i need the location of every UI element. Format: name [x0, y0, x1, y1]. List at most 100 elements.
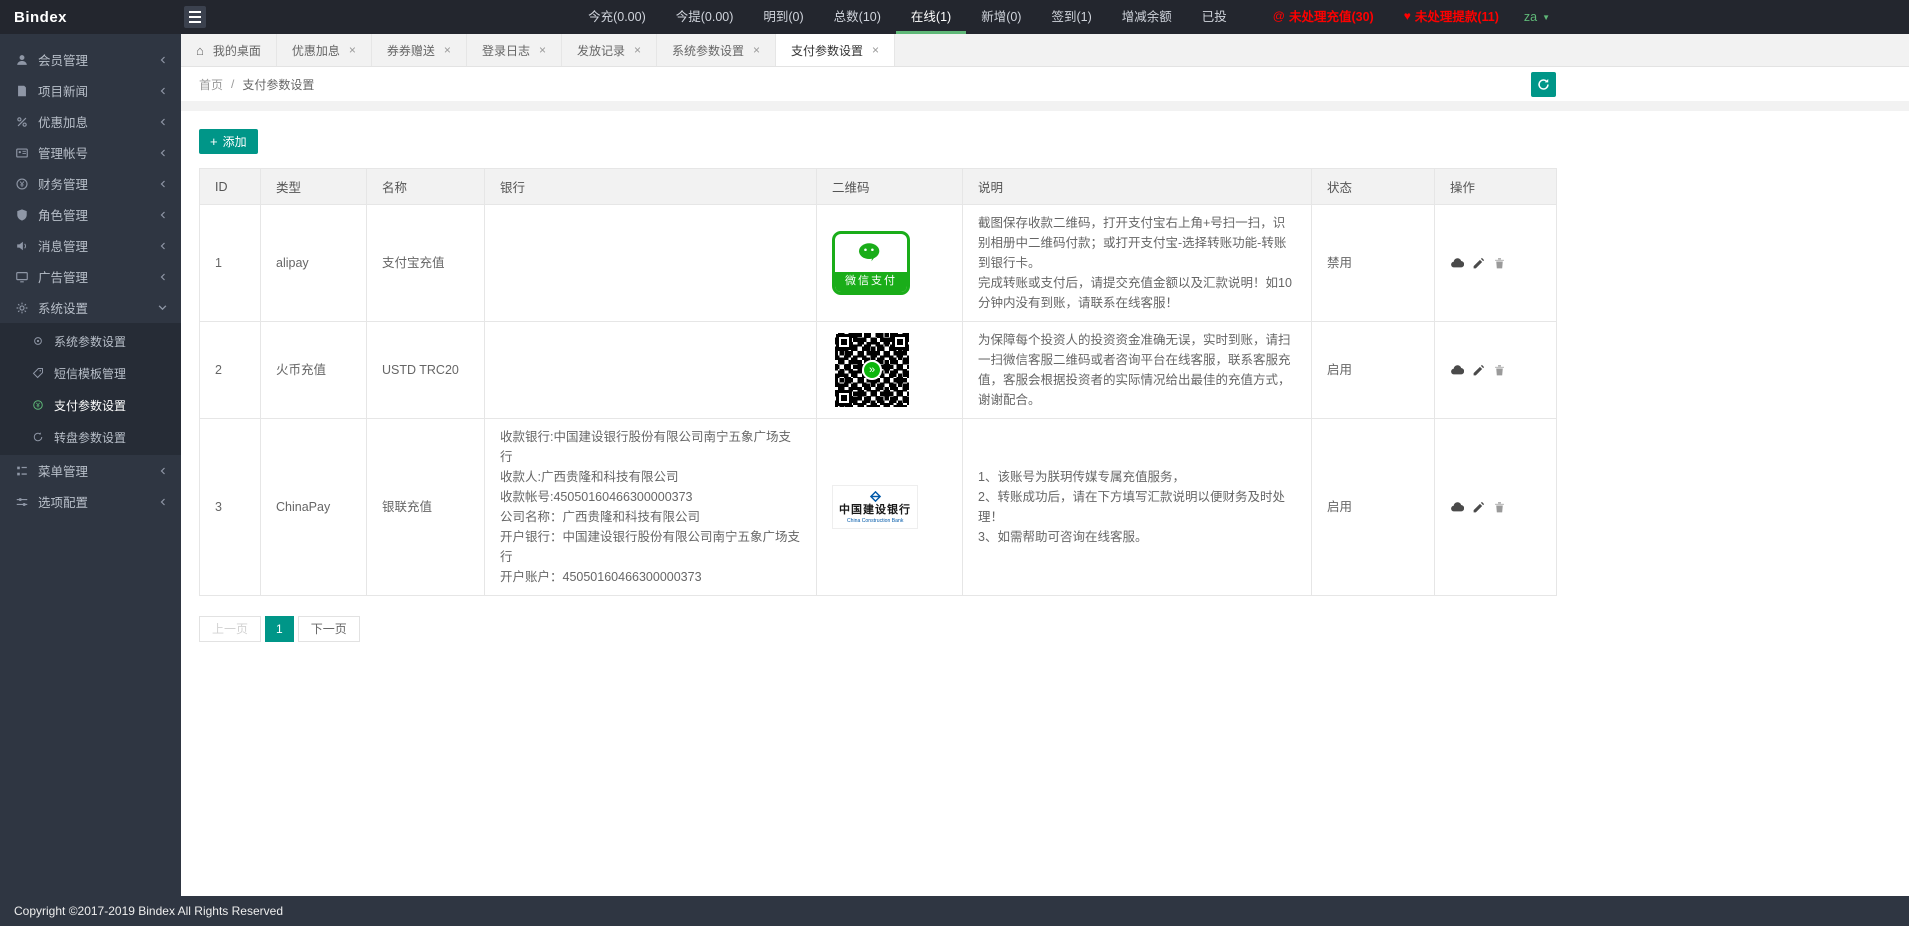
plus-icon: + [210, 134, 218, 149]
chevron-left-icon [159, 242, 167, 250]
nav-item-adjust-balance[interactable]: 增减余额 [1107, 0, 1187, 34]
close-icon[interactable]: × [872, 43, 879, 57]
cell-bank [485, 205, 817, 322]
cloud-icon [1450, 256, 1464, 270]
sidebar-item-label: 支付参数设置 [54, 397, 126, 414]
sidebar-item-sms-template[interactable]: 短信模板管理 [0, 357, 181, 389]
nav-item-invested[interactable]: 已投 [1187, 0, 1242, 34]
sidebar-item-label: 财务管理 [38, 174, 88, 193]
nav-item-label: 未处理提款(11) [1415, 6, 1499, 25]
delete-button[interactable] [1493, 364, 1506, 377]
qr-finder-pattern [836, 334, 852, 350]
pagination: 上一页 1 下一页 [199, 616, 1909, 642]
tab-grant-records[interactable]: 发放记录 × [562, 34, 657, 66]
nav-item-today-recharge[interactable]: 今充(0.00) [573, 0, 661, 34]
sidebar-item-options-config[interactable]: 选项配置 [0, 486, 181, 517]
sidebar-item-roles[interactable]: 角色管理 [0, 199, 181, 230]
username: za [1524, 10, 1537, 24]
sidebar-item-system-params[interactable]: 系统参数设置 [0, 325, 181, 357]
sidebar-item-messages[interactable]: 消息管理 [0, 230, 181, 261]
sidebar-item-news[interactable]: 项目新闻 [0, 75, 181, 106]
tab-promo-interest[interactable]: 优惠加息 × [277, 34, 372, 66]
cell-name: USTD TRC20 [367, 322, 485, 419]
close-icon[interactable]: × [349, 43, 356, 57]
backup-button[interactable] [1450, 500, 1464, 514]
nav-item-pending-withdraw[interactable]: ♥ 未处理提款(11) [1389, 0, 1514, 34]
tab-system-params[interactable]: 系统参数设置 × [657, 34, 776, 66]
tag-icon [30, 366, 45, 381]
nav-item-pending-recharge[interactable]: @ 未处理充值(30) [1258, 0, 1389, 34]
qr-finder-pattern [836, 390, 852, 406]
nav-item-total-count[interactable]: 总数(10) [819, 0, 896, 34]
user-menu[interactable]: za ▼ [1514, 0, 1560, 34]
app-logo[interactable]: Bindex [0, 0, 181, 34]
close-icon[interactable]: × [444, 43, 451, 57]
trash-icon [1493, 257, 1506, 270]
col-header-qrcode: 二维码 [817, 169, 963, 205]
nav-item-signin[interactable]: 签到(1) [1036, 0, 1106, 34]
delete-button[interactable] [1493, 257, 1506, 270]
backup-button[interactable] [1450, 363, 1464, 377]
sidebar-item-label: 短信模板管理 [54, 365, 126, 382]
backup-button[interactable] [1450, 256, 1464, 270]
sidebar-item-finance[interactable]: 财务管理 [0, 168, 181, 199]
nav-item-today-withdraw[interactable]: 今提(0.00) [661, 0, 749, 34]
chevron-left-icon [159, 467, 167, 475]
add-button[interactable]: + 添加 [199, 129, 258, 154]
sidebar-item-ads[interactable]: 广告管理 [0, 261, 181, 292]
shield-icon [14, 207, 29, 222]
prev-page-button[interactable]: 上一页 [199, 616, 261, 642]
close-icon[interactable]: × [753, 43, 760, 57]
gear-small-icon [30, 334, 45, 349]
chevron-left-icon [159, 211, 167, 219]
sidebar-item-label: 优惠加息 [38, 112, 88, 131]
qr-center-icon: » [862, 360, 882, 380]
table-row: 1 alipay 支付宝充值 微信支付 截图保存收款二维码，打开支付宝右上角+号… [200, 205, 1557, 322]
edit-button[interactable] [1472, 257, 1485, 270]
chevron-left-icon [159, 149, 167, 157]
tab-coupon-grant[interactable]: 券券赠送 × [372, 34, 467, 66]
col-header-status: 状态 [1312, 169, 1435, 205]
pencil-icon [1472, 257, 1485, 270]
nav-item-online[interactable]: 在线(1) [896, 0, 966, 34]
close-icon[interactable]: × [539, 43, 546, 57]
sidebar-item-label: 会员管理 [38, 50, 88, 69]
cell-type: 火币充值 [261, 322, 367, 419]
edit-button[interactable] [1472, 501, 1485, 514]
next-page-button[interactable]: 下一页 [298, 616, 360, 642]
sidebar: 会员管理 项目新闻 优惠加息 管理帐号 财务管理 [0, 34, 181, 896]
tab-label: 优惠加息 [292, 42, 340, 59]
sidebar-item-promo-interest[interactable]: 优惠加息 [0, 106, 181, 137]
page-number-button[interactable]: 1 [265, 616, 294, 642]
pencil-icon [1472, 364, 1485, 377]
tab-login-log[interactable]: 登录日志 × [467, 34, 562, 66]
nav-item-new-users[interactable]: 新增(0) [966, 0, 1036, 34]
delete-button[interactable] [1493, 501, 1506, 514]
refresh-circle-icon [30, 430, 45, 445]
breadcrumb-home[interactable]: 首页 [199, 76, 223, 93]
nav-item-due-tomorrow[interactable]: 明到(0) [748, 0, 818, 34]
sidebar-item-admin-accounts[interactable]: 管理帐号 [0, 137, 181, 168]
sidebar-item-menu-management[interactable]: 菜单管理 [0, 455, 181, 486]
tab-payment-params[interactable]: 支付参数设置 × [776, 34, 895, 66]
screen-icon [14, 269, 29, 284]
gear-icon [14, 300, 29, 315]
sidebar-item-system-settings[interactable]: 系统设置 [0, 292, 181, 323]
breadcrumb: 首页 / 支付参数设置 [199, 76, 314, 93]
chevron-down-icon [158, 303, 167, 312]
sidebar-item-payment-params[interactable]: 支付参数设置 [0, 389, 181, 421]
sidebar-item-wheel-params[interactable]: 转盘参数设置 [0, 421, 181, 453]
close-icon[interactable]: × [634, 43, 641, 57]
sidebar-item-label: 转盘参数设置 [54, 429, 126, 446]
sidebar-item-members[interactable]: 会员管理 [0, 44, 181, 75]
cell-description: 为保障每个投资人的投资资金准确无误，实时到账，请扫一扫微信客服二维码或者咨询平台… [963, 322, 1312, 419]
sliders-icon [14, 494, 29, 509]
refresh-button[interactable] [1531, 72, 1556, 97]
hamburger-menu-button[interactable] [184, 6, 206, 28]
tab-desktop[interactable]: ⌂ 我的桌面 [181, 34, 277, 66]
cloud-icon [1450, 363, 1464, 377]
cell-type: ChinaPay [261, 419, 367, 596]
edit-button[interactable] [1472, 364, 1485, 377]
cell-type: alipay [261, 205, 367, 322]
trash-icon [1493, 364, 1506, 377]
